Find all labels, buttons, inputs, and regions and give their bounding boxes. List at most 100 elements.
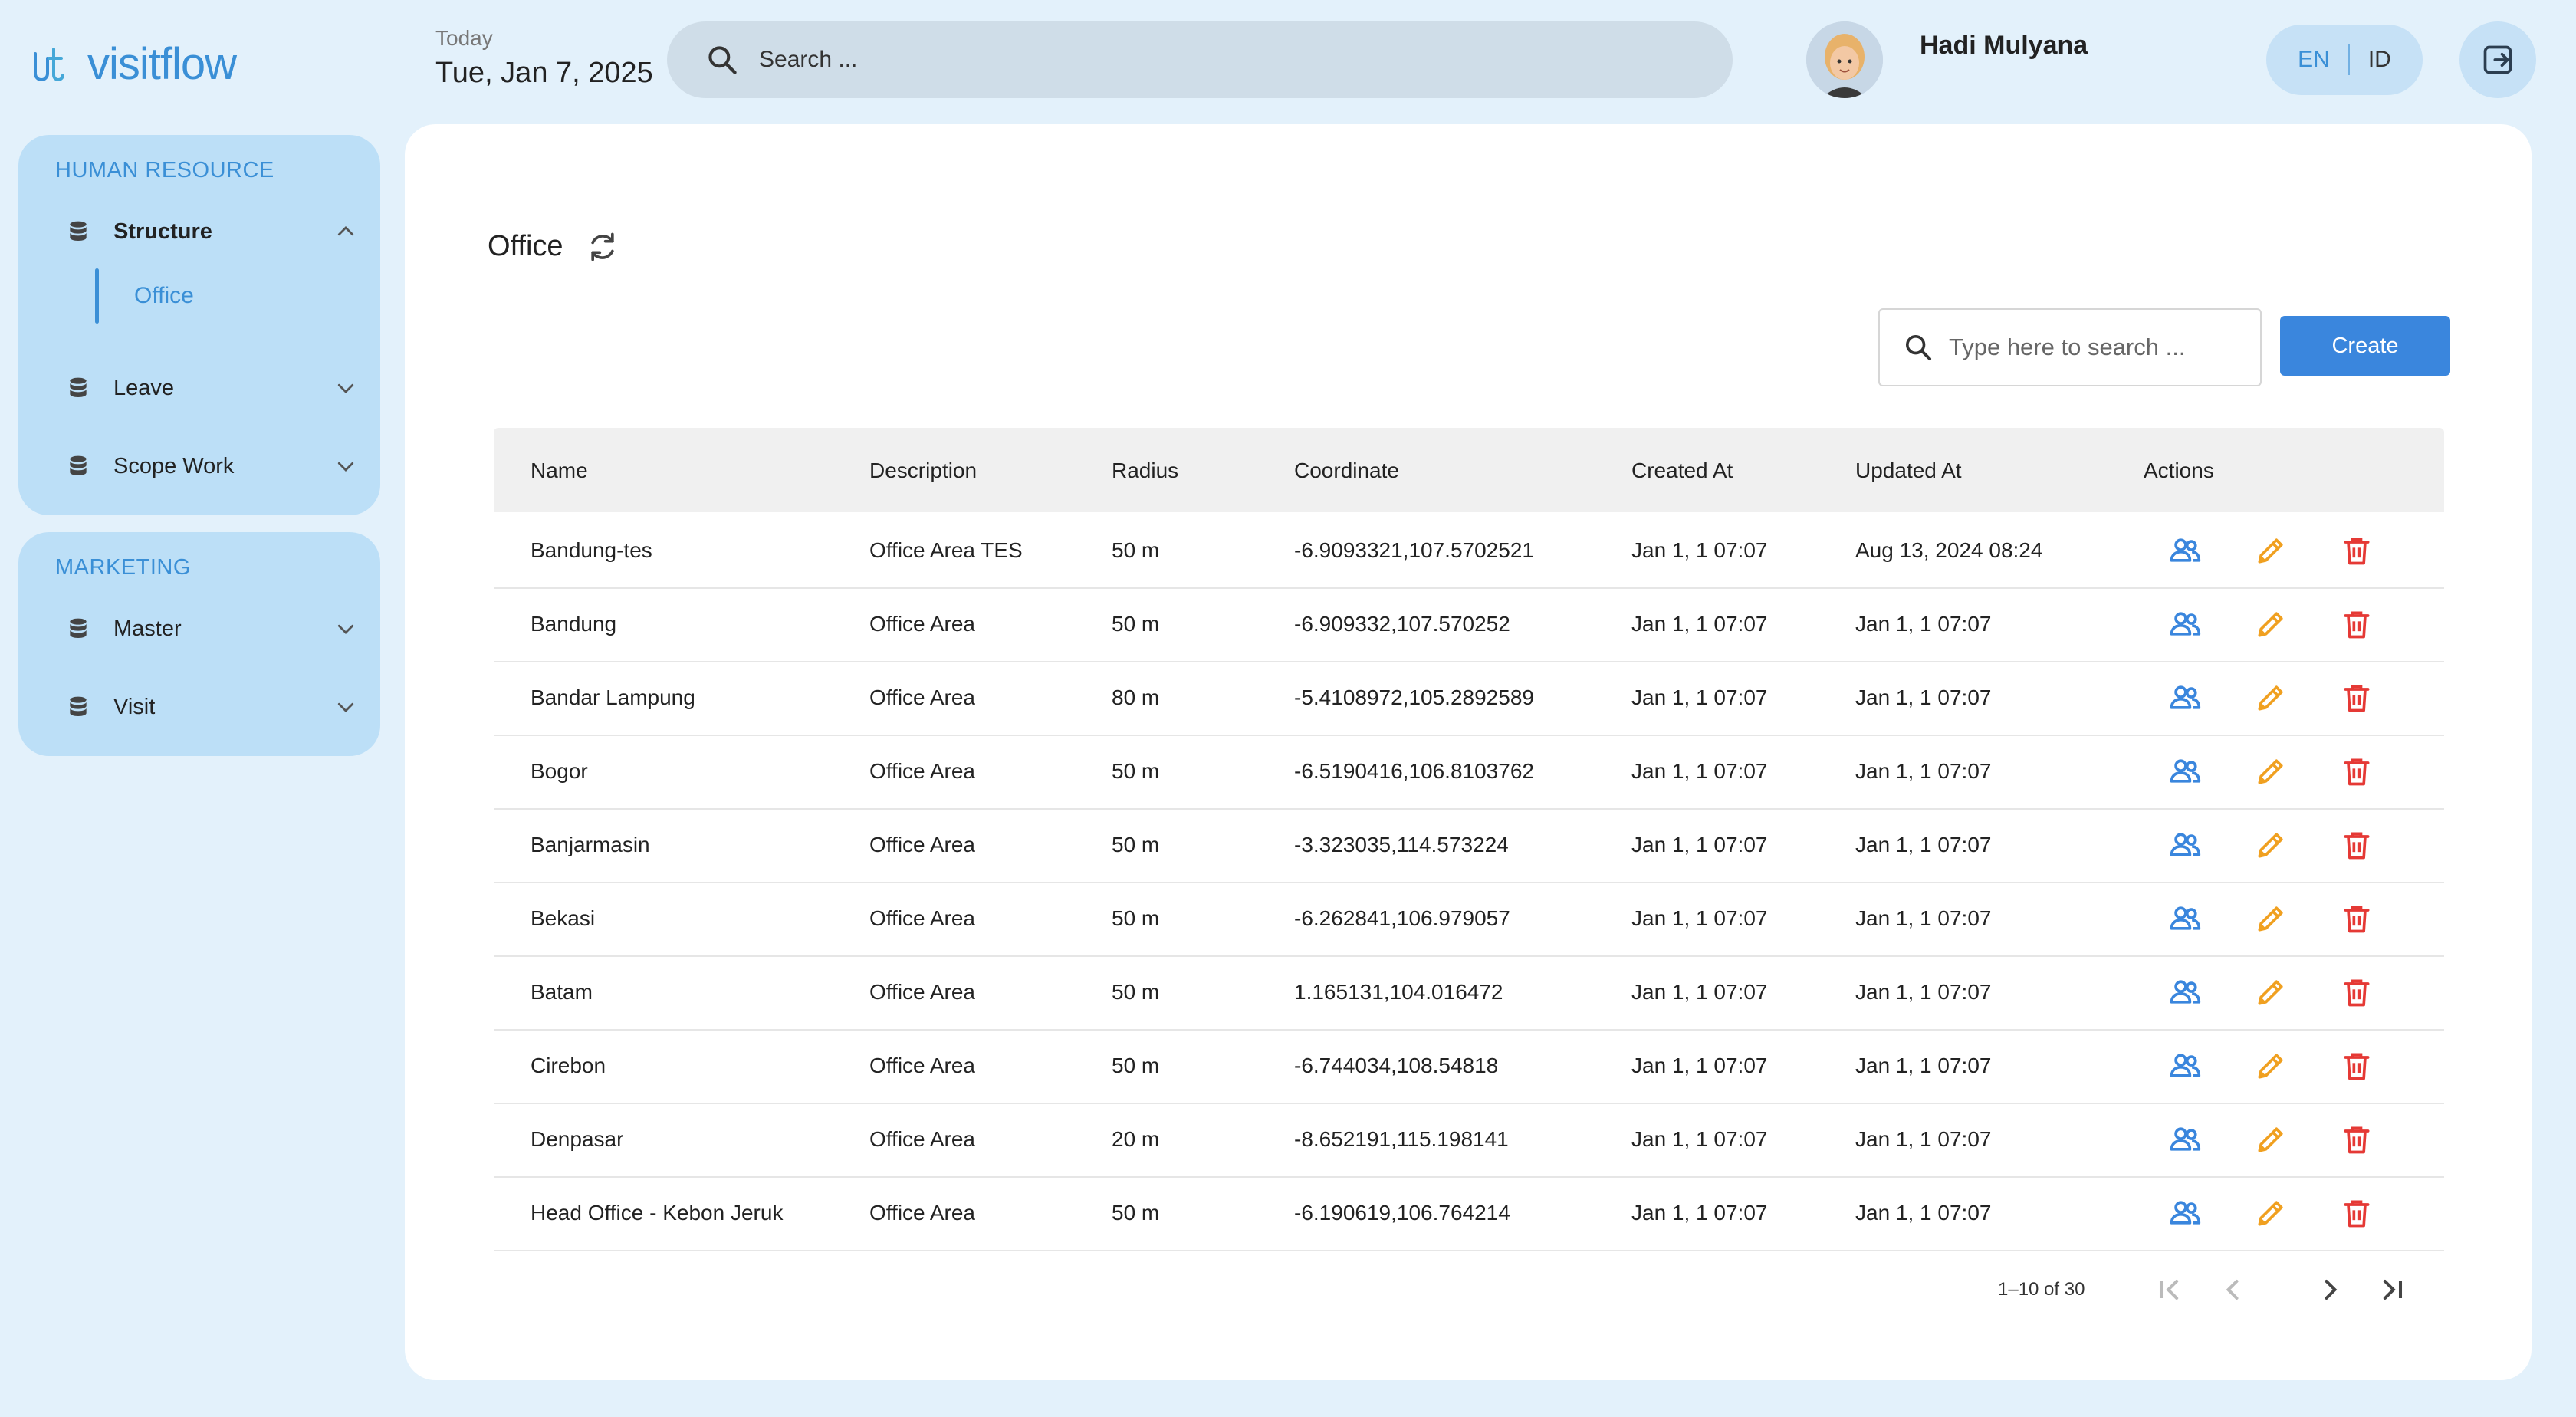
table-row[interactable]: Batam Office Area 50 m 1.165131,104.016472 J…	[494, 955, 2444, 1031]
table-row[interactable]: Bekasi Office Area 50 m -6.262841,106.97905…	[494, 882, 2444, 957]
table-row[interactable]: Bogor Office Area 50 m -6.5190416,106.81037…	[494, 735, 2444, 810]
cell-name: Denpasar	[531, 1127, 624, 1151]
pencil-icon[interactable]	[2254, 1123, 2288, 1156]
database-icon	[70, 618, 87, 638]
users-icon[interactable]	[2168, 1123, 2202, 1156]
chevron-down-icon[interactable]	[334, 376, 357, 399]
table-row[interactable]: Denpasar Office Area 20 m -8.652191,115.198…	[494, 1103, 2444, 1178]
trash-icon[interactable]	[2340, 755, 2374, 788]
users-icon[interactable]	[2168, 902, 2202, 935]
sidebar-item-label: Scope Work	[113, 453, 235, 478]
users-icon[interactable]	[2168, 607, 2202, 641]
cell-description: Office Area	[869, 906, 976, 930]
trash-icon[interactable]	[2340, 1049, 2374, 1083]
trash-icon[interactable]	[2340, 828, 2374, 862]
column-header-created-at[interactable]: Created At	[1631, 459, 1733, 483]
users-icon[interactable]	[2168, 1049, 2202, 1083]
logout-button[interactable]	[2459, 21, 2536, 98]
sidebar-item-leave[interactable]: Leave	[66, 365, 370, 411]
cell-radius: 50 m	[1112, 759, 1160, 783]
today-date: Tue, Jan 7, 2025	[435, 57, 653, 89]
column-header-coordinate[interactable]: Coordinate	[1294, 459, 1399, 483]
column-header-updated-at[interactable]: Updated At	[1855, 459, 1962, 483]
trash-icon[interactable]	[2340, 975, 2374, 1009]
page-title: Office	[488, 230, 564, 262]
pencil-icon[interactable]	[2254, 828, 2288, 862]
next-page-icon[interactable]	[2314, 1273, 2348, 1307]
pencil-icon[interactable]	[2254, 1049, 2288, 1083]
lang-en-button[interactable]: EN	[2279, 47, 2348, 73]
last-page-icon[interactable]	[2375, 1273, 2409, 1307]
avatar[interactable]	[1806, 21, 1883, 98]
cell-created-at: Jan 1, 1 07:07	[1631, 833, 1768, 856]
sidebar-item-scope-work[interactable]: Scope Work	[66, 443, 370, 489]
prev-page-icon[interactable]	[2216, 1273, 2249, 1307]
users-icon[interactable]	[2168, 1196, 2202, 1230]
table-row[interactable]: Bandar Lampung Office Area 80 m -5.4108972,…	[494, 661, 2444, 736]
create-button[interactable]: Create	[2280, 316, 2450, 376]
chevron-up-icon[interactable]	[334, 220, 357, 243]
users-icon[interactable]	[2168, 681, 2202, 715]
table-row[interactable]: Banjarmasin Office Area 50 m -3.323035,114.…	[494, 808, 2444, 883]
chevron-down-icon[interactable]	[334, 617, 357, 640]
users-icon[interactable]	[2168, 975, 2202, 1009]
chevron-down-icon[interactable]	[334, 695, 357, 718]
sidebar-item-visit[interactable]: Visit	[66, 684, 370, 730]
column-header-name[interactable]: Name	[531, 459, 588, 483]
cell-updated-at: Jan 1, 1 07:07	[1855, 612, 1992, 636]
pencil-icon[interactable]	[2254, 902, 2288, 935]
trash-icon[interactable]	[2340, 1196, 2374, 1230]
cell-created-at: Jan 1, 1 07:07	[1631, 1201, 1768, 1225]
logo-text: visitflow	[87, 39, 237, 89]
column-header-description[interactable]: Description	[869, 459, 977, 483]
users-icon[interactable]	[2168, 534, 2202, 567]
global-search-placeholder: Search ...	[759, 47, 858, 72]
users-icon[interactable]	[2168, 755, 2202, 788]
users-icon[interactable]	[2168, 828, 2202, 862]
chevron-down-icon[interactable]	[334, 455, 357, 478]
first-page-icon[interactable]	[2153, 1273, 2187, 1307]
refresh-icon[interactable]	[586, 230, 619, 264]
cell-coordinate: -5.4108972,105.2892589	[1294, 685, 1534, 709]
avatar-icon	[1806, 21, 1883, 98]
search-icon	[1906, 335, 1931, 360]
sidebar-group-title: MARKETING	[55, 555, 191, 580]
sidebar-item-label: Leave	[113, 375, 175, 400]
sidebar-group-marketing: MARKETING Master Visit	[18, 532, 380, 756]
pencil-icon[interactable]	[2254, 975, 2288, 1009]
table-search-input[interactable]: Type here to search ...	[1878, 308, 2262, 386]
sidebar-item-structure[interactable]: Structure	[66, 209, 370, 255]
cell-name: Head Office - Kebon Jeruk	[531, 1201, 784, 1225]
pencil-icon[interactable]	[2254, 607, 2288, 641]
trash-icon[interactable]	[2340, 534, 2374, 567]
cell-created-at: Jan 1, 1 07:07	[1631, 906, 1768, 930]
global-search-input[interactable]: Search ...	[667, 21, 1733, 98]
sidebar-item-master[interactable]: Master	[66, 606, 370, 652]
table-row[interactable]: Cirebon Office Area 50 m -6.744034,108.5481…	[494, 1029, 2444, 1104]
trash-icon[interactable]	[2340, 1123, 2374, 1156]
cell-updated-at: Jan 1, 1 07:07	[1855, 833, 1992, 856]
cell-updated-at: Jan 1, 1 07:07	[1855, 1054, 1992, 1077]
cell-coordinate: 1.165131,104.016472	[1294, 980, 1503, 1004]
pencil-icon[interactable]	[2254, 534, 2288, 567]
trash-icon[interactable]	[2340, 902, 2374, 935]
trash-icon[interactable]	[2340, 681, 2374, 715]
table-row[interactable]: Bandung-tes Office Area TES 50 m -6.9093321…	[494, 514, 2444, 589]
sidebar-subitem-office[interactable]: Office	[95, 268, 194, 324]
pencil-icon[interactable]	[2254, 681, 2288, 715]
cell-description: Office Area	[869, 833, 976, 856]
lang-id-button[interactable]: ID	[2350, 47, 2410, 73]
cell-description: Office Area	[869, 685, 976, 709]
trash-icon[interactable]	[2340, 607, 2374, 641]
pencil-icon[interactable]	[2254, 755, 2288, 788]
column-header-radius[interactable]: Radius	[1112, 459, 1178, 483]
cell-description: Office Area	[869, 759, 976, 783]
cell-description: Office Area	[869, 1054, 976, 1077]
cell-radius: 50 m	[1112, 833, 1160, 856]
table-row[interactable]: Bandung Office Area 50 m -6.909332,107.5702…	[494, 587, 2444, 662]
sidebar-group-title: HUMAN RESOURCE	[55, 158, 274, 182]
table-row[interactable]: Head Office - Kebon Jeruk Office Area 50 m…	[494, 1176, 2444, 1251]
pencil-icon[interactable]	[2254, 1196, 2288, 1230]
today-block: Today Tue, Jan 7, 2025	[435, 26, 653, 90]
app-logo[interactable]: visitflow	[31, 38, 237, 90]
